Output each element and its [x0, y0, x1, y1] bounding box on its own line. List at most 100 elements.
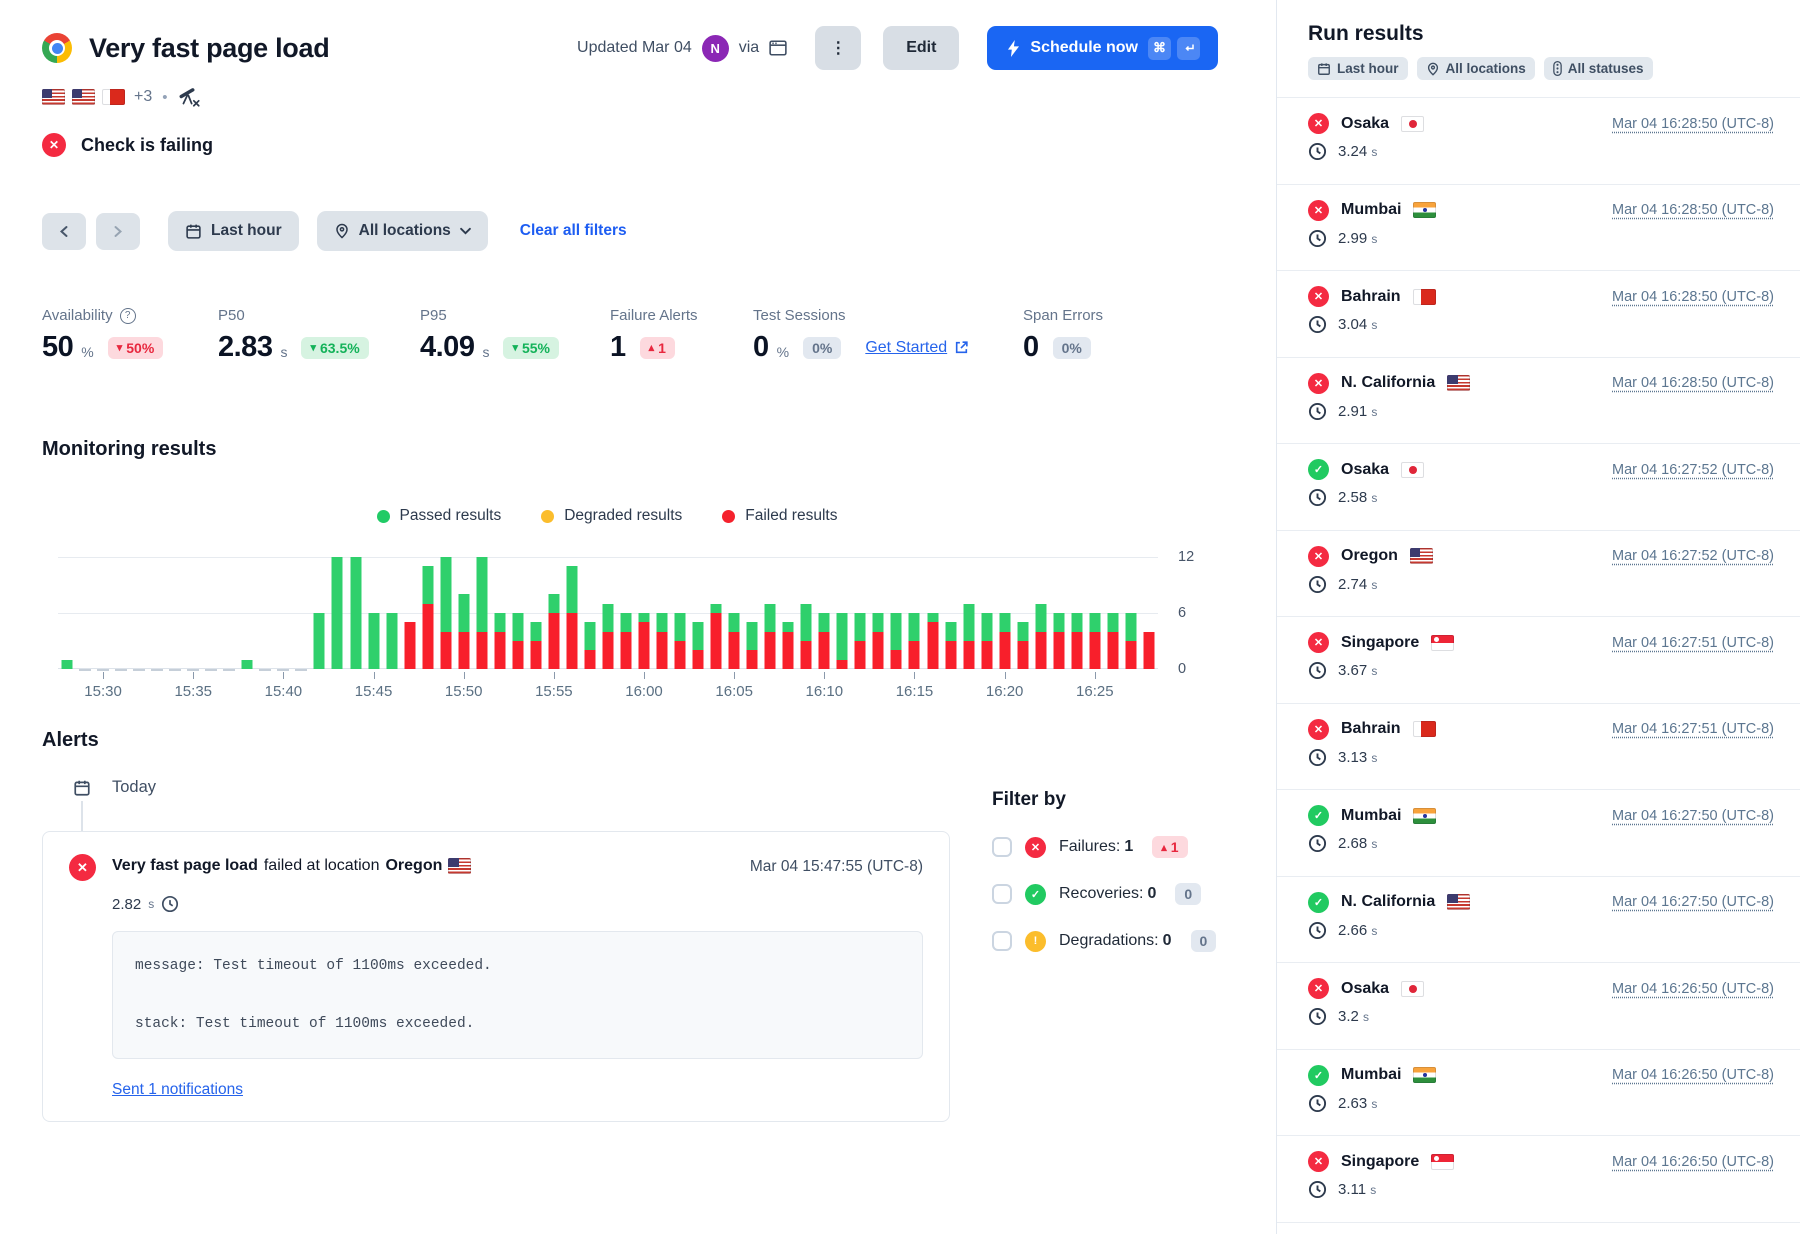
failed-bar[interactable] — [801, 641, 812, 669]
failed-bar[interactable] — [963, 641, 974, 669]
failed-bar[interactable] — [1089, 632, 1100, 669]
run-result-row[interactable]: ✓OsakaMar 04 16:27:52 (UTC-8)2.58 s — [1277, 444, 1800, 531]
failed-bar[interactable] — [837, 660, 848, 669]
run-result-row[interactable]: ✓MumbaiMar 04 16:27:50 (UTC-8)2.68 s — [1277, 790, 1800, 877]
run-timestamp-link[interactable]: Mar 04 16:27:51 (UTC-8) — [1612, 721, 1774, 737]
passed-bar[interactable] — [909, 613, 920, 641]
avatar[interactable]: N — [702, 35, 729, 62]
passed-bar[interactable] — [512, 613, 523, 641]
passed-bar[interactable] — [1053, 613, 1064, 632]
passed-bar[interactable] — [332, 557, 343, 669]
failed-bar[interactable] — [747, 650, 758, 669]
failed-bar[interactable] — [891, 650, 902, 669]
passed-bar[interactable] — [1071, 613, 1082, 632]
run-result-row[interactable]: ✕BahrainMar 04 16:28:50 (UTC-8)3.04 s — [1277, 271, 1800, 358]
passed-bar[interactable] — [963, 604, 974, 641]
filter-pill-statuses[interactable]: All statuses — [1544, 57, 1653, 80]
passed-bar[interactable] — [675, 613, 686, 641]
failed-bar[interactable] — [584, 650, 595, 669]
passed-bar[interactable] — [350, 557, 361, 669]
run-timestamp-link[interactable]: Mar 04 16:27:52 (UTC-8) — [1612, 548, 1774, 564]
failed-bar[interactable] — [927, 622, 938, 669]
passed-bar[interactable] — [1089, 613, 1100, 632]
failed-bar[interactable] — [440, 632, 451, 669]
failed-bar[interactable] — [602, 632, 613, 669]
locations-filter-button[interactable]: All locations — [317, 211, 488, 251]
passed-bar[interactable] — [747, 622, 758, 650]
run-timestamp-link[interactable]: Mar 04 16:27:50 (UTC-8) — [1612, 894, 1774, 910]
failed-bar[interactable] — [530, 641, 541, 669]
run-result-row[interactable]: ✓N. CaliforniaMar 04 16:27:50 (UTC-8)2.6… — [1277, 877, 1800, 964]
failed-bar[interactable] — [1053, 632, 1064, 669]
failed-bar[interactable] — [1125, 641, 1136, 669]
passed-bar[interactable] — [927, 613, 938, 622]
passed-bar[interactable] — [314, 613, 325, 669]
prev-page-button[interactable] — [42, 213, 86, 250]
passed-bar[interactable] — [693, 622, 704, 650]
failed-bar[interactable] — [494, 632, 505, 669]
passed-bar[interactable] — [765, 604, 776, 632]
passed-bar[interactable] — [548, 594, 559, 613]
run-result-row[interactable]: ✕MumbaiMar 04 16:28:50 (UTC-8)2.99 s — [1277, 185, 1800, 272]
failed-bar[interactable] — [765, 632, 776, 669]
failed-bar[interactable] — [711, 613, 722, 669]
passed-bar[interactable] — [837, 613, 848, 660]
passed-bar[interactable] — [1017, 622, 1028, 641]
passed-bar[interactable] — [494, 613, 505, 632]
failed-bar[interactable] — [729, 632, 740, 669]
passed-bar[interactable] — [566, 566, 577, 613]
run-timestamp-link[interactable]: Mar 04 16:28:50 (UTC-8) — [1612, 375, 1774, 391]
run-result-row[interactable]: ✕OsakaMar 04 16:26:50 (UTC-8)3.2 s — [1277, 963, 1800, 1050]
failed-bar[interactable] — [1107, 632, 1118, 669]
run-timestamp-link[interactable]: Mar 04 16:26:50 (UTC-8) — [1612, 1067, 1774, 1083]
failed-bar[interactable] — [1035, 632, 1046, 669]
run-timestamp-link[interactable]: Mar 04 16:26:50 (UTC-8) — [1612, 1154, 1774, 1170]
failed-bar[interactable] — [476, 632, 487, 669]
run-result-row[interactable]: ✕N. CaliforniaMar 04 16:28:50 (UTC-8)2.9… — [1277, 358, 1800, 445]
help-icon[interactable]: ? — [120, 308, 136, 324]
failed-bar[interactable] — [1017, 641, 1028, 669]
passed-bar[interactable] — [855, 613, 866, 641]
passed-bar[interactable] — [729, 613, 740, 632]
failed-bar[interactable] — [855, 641, 866, 669]
run-result-row[interactable]: ✕BahrainMar 04 16:27:51 (UTC-8)3.13 s — [1277, 704, 1800, 791]
clear-filters-link[interactable]: Clear all filters — [520, 222, 627, 240]
failed-bar[interactable] — [981, 641, 992, 669]
checkbox[interactable] — [992, 837, 1012, 857]
failed-bar[interactable] — [657, 632, 668, 669]
failed-bar[interactable] — [458, 632, 469, 669]
passed-bar[interactable] — [368, 613, 379, 669]
failed-bar[interactable] — [945, 641, 956, 669]
run-timestamp-link[interactable]: Mar 04 16:27:52 (UTC-8) — [1612, 462, 1774, 478]
filter-pill-pin[interactable]: All locations — [1417, 57, 1535, 80]
passed-bar[interactable] — [602, 604, 613, 632]
failed-bar[interactable] — [693, 650, 704, 669]
edit-button[interactable]: Edit — [883, 26, 959, 70]
passed-bar[interactable] — [819, 613, 830, 632]
passed-bar[interactable] — [386, 613, 397, 669]
get-started-link[interactable]: Get Started — [865, 339, 969, 357]
failed-bar[interactable] — [1071, 632, 1082, 669]
run-result-row[interactable]: ✓MumbaiMar 04 16:26:50 (UTC-8)2.63 s — [1277, 1050, 1800, 1137]
passed-bar[interactable] — [242, 660, 253, 669]
failed-bar[interactable] — [1143, 632, 1154, 669]
failed-bar[interactable] — [675, 641, 686, 669]
passed-bar[interactable] — [584, 622, 595, 650]
passed-bar[interactable] — [458, 594, 469, 631]
run-timestamp-link[interactable]: Mar 04 16:27:50 (UTC-8) — [1612, 808, 1774, 824]
failed-bar[interactable] — [783, 632, 794, 669]
schedule-now-button[interactable]: Schedule now ⌘ — [987, 26, 1218, 70]
passed-bar[interactable] — [981, 613, 992, 641]
run-timestamp-link[interactable]: Mar 04 16:26:50 (UTC-8) — [1612, 981, 1774, 997]
failed-bar[interactable] — [909, 641, 920, 669]
passed-bar[interactable] — [891, 613, 902, 650]
failed-bar[interactable] — [873, 632, 884, 669]
passed-bar[interactable] — [620, 613, 631, 632]
passed-bar[interactable] — [801, 604, 812, 641]
passed-bar[interactable] — [530, 622, 541, 641]
run-timestamp-link[interactable]: Mar 04 16:27:51 (UTC-8) — [1612, 635, 1774, 651]
alert-card[interactable]: ✕ Very fast page load failed at location… — [42, 831, 950, 1122]
passed-bar[interactable] — [440, 557, 451, 632]
passed-bar[interactable] — [873, 613, 884, 632]
run-result-row[interactable]: ✕OsakaMar 04 16:28:50 (UTC-8)3.24 s — [1277, 98, 1800, 185]
